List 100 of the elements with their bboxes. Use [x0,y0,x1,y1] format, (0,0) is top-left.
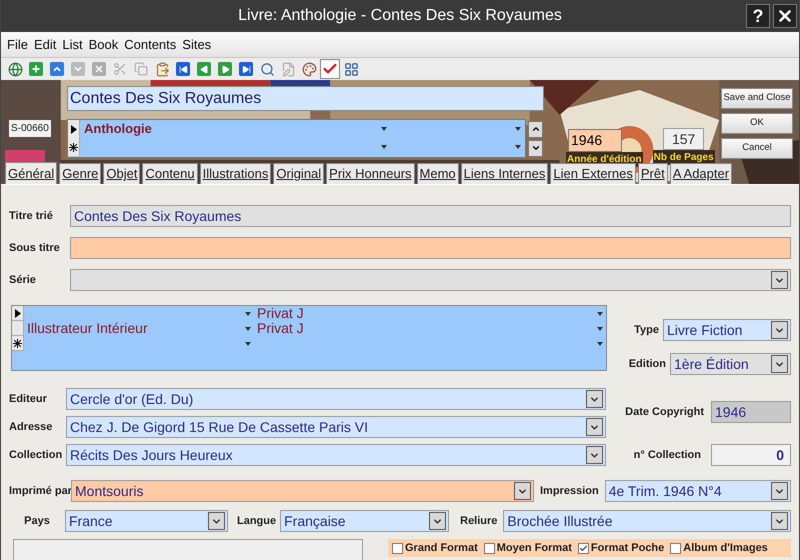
row-selector[interactable] [68,138,80,156]
dropdown-button[interactable] [771,271,788,289]
cell-dropdown-icon[interactable] [245,312,251,316]
author-role[interactable]: Anthologie [84,119,381,139]
printer-combo[interactable]: Montsouris [71,480,534,502]
previous-icon[interactable] [194,59,214,79]
dropdown-button[interactable] [429,512,446,530]
row-selector[interactable] [12,336,24,351]
tab[interactable]: Prêt [638,163,668,184]
binding-combo[interactable]: Brochée Illustrée [503,510,791,532]
dialog-button[interactable]: OK [721,113,793,134]
checkbox[interactable] [484,542,495,554]
tab[interactable]: Contenu [142,163,198,184]
tab[interactable]: Genre [59,163,102,184]
tab[interactable]: Memo [416,163,459,184]
edition-combo[interactable]: 1ère Édition [670,353,791,375]
cell-dropdown-icon[interactable] [381,127,387,131]
field-label: Imprimé par [9,484,71,499]
first-record-icon[interactable] [173,59,193,79]
help-button[interactable]: ? [746,4,770,28]
checkbox[interactable] [578,542,589,554]
current-row-icon [70,124,76,134]
dropdown-button[interactable] [514,482,531,500]
cell-dropdown-icon[interactable] [515,145,521,149]
collection-combo[interactable]: Récits Des Jours Heureux [66,444,606,466]
scroll-down-button[interactable] [528,140,543,156]
tab[interactable]: Liens Internes [460,163,548,184]
dropdown-button[interactable] [586,418,603,436]
dropdown-button[interactable] [586,390,603,408]
field-label: Reliure [460,514,498,529]
add-icon[interactable] [26,59,46,79]
row-selector[interactable] [68,120,80,138]
checkbox[interactable] [670,542,682,554]
dropdown-button[interactable] [771,355,788,373]
tab[interactable]: A Adapter [670,163,732,184]
field-label: Type [634,322,659,338]
year-field[interactable]: 1946 [568,129,622,152]
menu-item[interactable]: Sites [182,34,212,54]
contributor-role[interactable]: Illustrateur Intérieur [27,318,245,339]
address-combo[interactable]: Chez J. De Gigord 15 Rue De Cassette Paris VI [66,416,606,438]
next-icon[interactable] [215,59,235,79]
field-label: Langue [237,514,276,529]
language-combo[interactable]: Française [280,510,450,532]
publisher-combo[interactable]: Cercle d'or (Ed. Du) [66,388,606,410]
text-field[interactable] [13,539,363,560]
cell-dropdown-icon[interactable] [597,312,603,316]
new-row-icon [13,338,22,348]
menu-item[interactable]: Book [88,34,118,54]
cell-dropdown-icon[interactable] [515,127,521,131]
dialog-button[interactable]: Cancel [721,138,793,159]
window-title: Livre: Anthologie - Contes Des Six Royaumes [238,6,562,26]
menu-item[interactable]: File [7,34,28,54]
copyright-field[interactable]: 1946 [711,401,791,423]
checkmark-icon[interactable] [320,59,340,79]
tab[interactable]: Original [273,163,324,184]
cell-dropdown-icon[interactable] [245,326,251,330]
menu-item[interactable]: List [62,34,83,54]
tab[interactable]: Général [5,162,58,184]
new-row-icon [69,142,78,152]
tab[interactable]: Prix Honneurs [326,163,415,184]
dialog-button[interactable]: Save and Close [721,88,793,109]
menu-item[interactable]: Edit [34,34,56,54]
cell-dropdown-icon[interactable] [597,342,603,346]
dropdown-button[interactable] [771,321,788,339]
field-label: Adresse [9,420,54,435]
dropdown-button[interactable] [586,446,603,464]
country-combo[interactable]: France [65,510,228,532]
dropdown-button[interactable] [208,512,225,530]
field-label: Date Copyright [625,404,704,420]
cell-dropdown-icon[interactable] [381,145,387,149]
checkbox[interactable] [392,542,403,554]
sort-title-field[interactable]: Contes Des Six Royaumes [70,205,791,227]
record-code: S-00660 [9,120,51,136]
cell-dropdown-icon[interactable] [597,326,603,330]
dropdown-button[interactable] [771,482,788,500]
dropdown-button[interactable] [771,512,788,530]
field-label: Série [9,272,37,288]
cell-dropdown-icon[interactable] [245,342,251,346]
last-record-icon[interactable] [236,59,256,79]
tab[interactable]: Illustrations [200,163,272,184]
title-field[interactable]: Contes Des Six Royaumes [67,86,544,111]
pages-field[interactable]: 157 [663,128,704,150]
field-label: Editeur [9,392,48,407]
menu-item[interactable]: Contents [124,34,176,54]
check-icon [578,544,588,552]
tab[interactable]: Objet [103,163,140,184]
close-icon [776,7,794,25]
up-icon[interactable] [47,59,67,79]
checkbox-label: Album d'Images [683,540,768,556]
collection-number-field[interactable]: 0 [711,444,791,466]
type-combo[interactable]: Livre Fiction [663,319,791,341]
field-label: n° Collection [634,448,701,463]
scroll-up-button[interactable] [528,120,543,138]
printing-combo[interactable]: 4e Trim. 1946 N°4 [604,480,791,502]
current-row-icon [14,308,20,318]
close-button[interactable] [773,4,797,28]
row-selector[interactable] [12,306,24,321]
field-label: Edition [628,356,666,372]
tab[interactable]: Lien Externes [550,163,636,184]
subtitle-field[interactable] [70,237,791,259]
